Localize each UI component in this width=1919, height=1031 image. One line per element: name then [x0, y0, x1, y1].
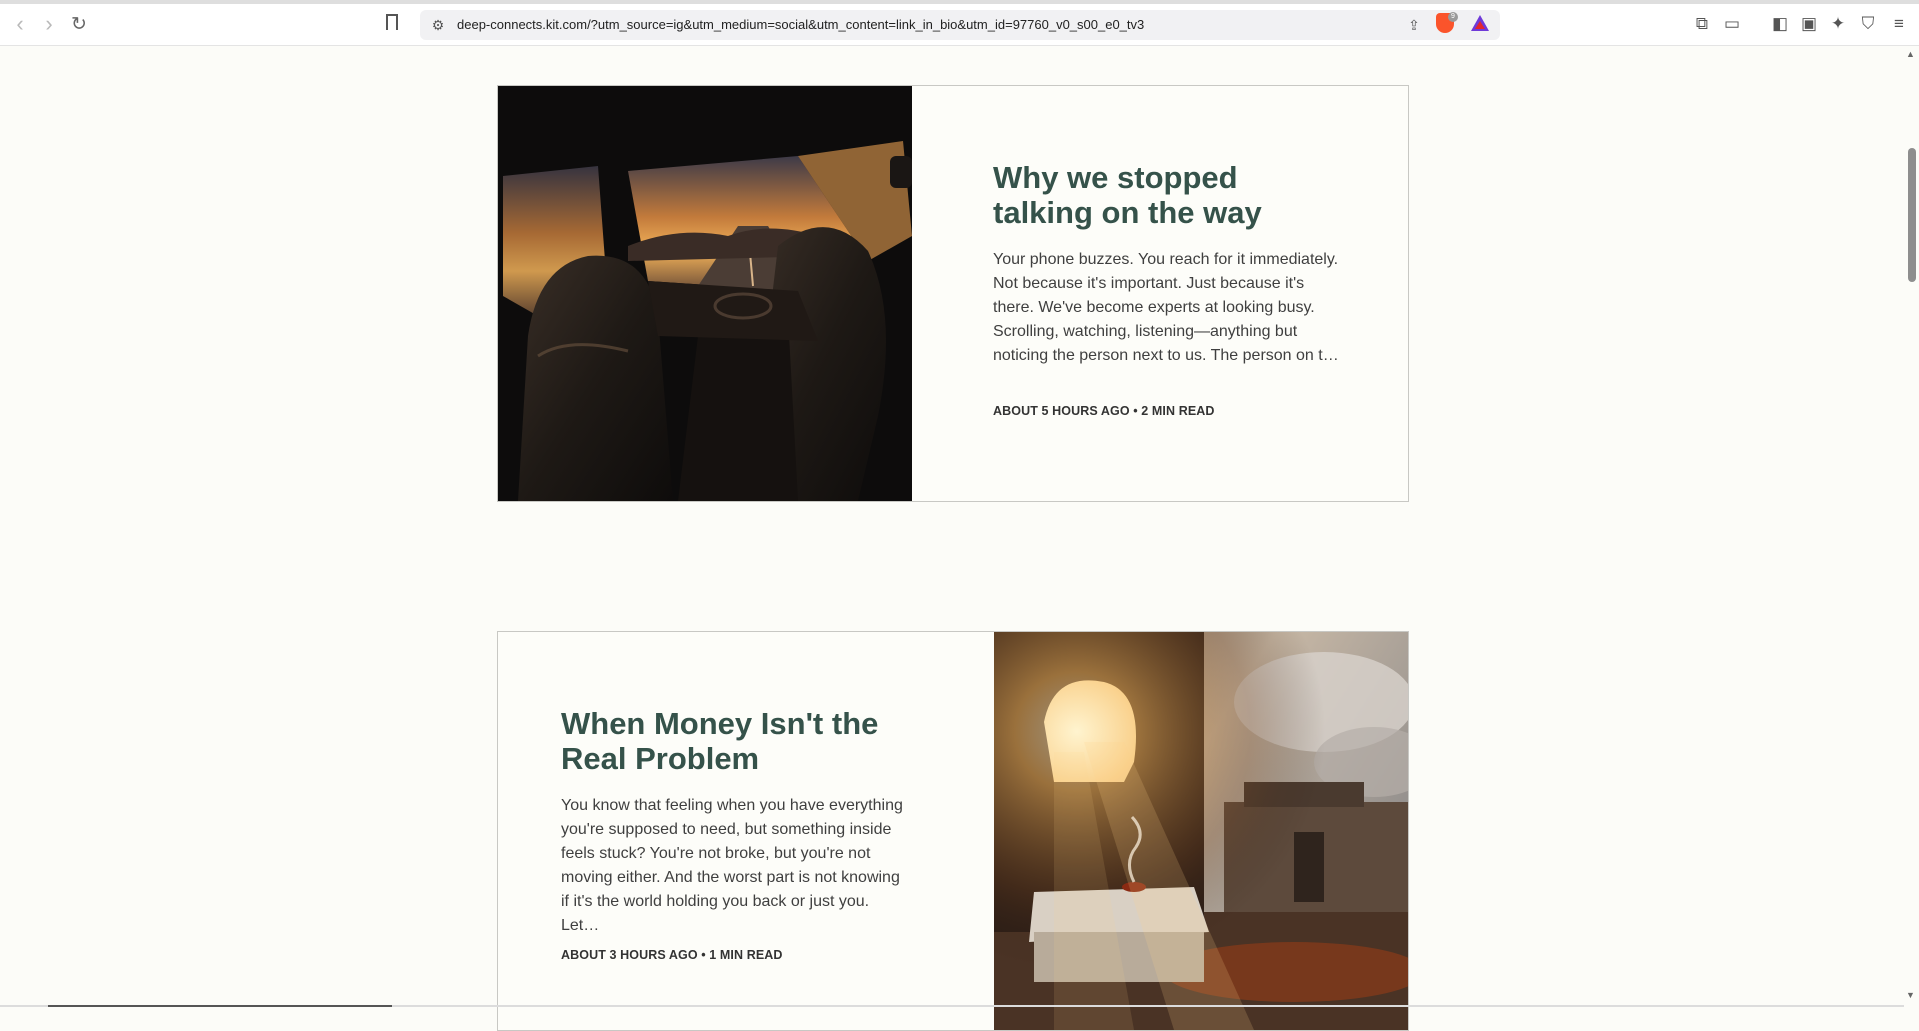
tab-strip-edge [0, 0, 1919, 4]
sidebar-icon[interactable]: ◧ [1768, 12, 1792, 36]
url-text[interactable]: deep-connects.kit.com/?utm_source=ig&utm… [457, 17, 1144, 32]
chevron-right-icon[interactable]: › [35, 10, 63, 38]
bookmark-icon[interactable] [386, 14, 398, 35]
scroll-down-arrow-icon[interactable]: ▼ [1906, 990, 1915, 1000]
post-text-block: Why we stopped talking on the way Your p… [993, 160, 1343, 368]
hamburger-menu-icon[interactable]: ≡ [1887, 12, 1911, 36]
browser-toolbar: ‹ › ↻ ⚙ deep-connects.kit.com/?utm_sourc… [0, 0, 1919, 46]
address-bar[interactable]: ⚙ deep-connects.kit.com/?utm_source=ig&u… [420, 10, 1500, 40]
post-text-block: When Money Isn't the Real Problem You kn… [561, 706, 911, 938]
post-excerpt: You know that feeling when you have ever… [561, 797, 903, 934]
sparkle-icon[interactable]: ✦ [1826, 12, 1850, 36]
reload-icon[interactable]: ↻ [65, 10, 93, 38]
scroll-thumb[interactable] [1908, 148, 1916, 282]
post-title[interactable]: When Money Isn't the Real Problem [561, 706, 911, 776]
share-icon[interactable]: ⇪ [1404, 15, 1424, 35]
post-card[interactable]: Why we stopped talking on the way Your p… [497, 85, 1409, 502]
post-meta: ABOUT 3 HOURS AGO • 1 MIN READ [561, 948, 783, 962]
vpn-shield-icon[interactable]: ⛉ [1856, 12, 1880, 36]
puzzle-icon[interactable]: ⧉ [1690, 12, 1714, 36]
post-card[interactable]: When Money Isn't the Real Problem You kn… [497, 631, 1409, 1031]
shield-count-badge: 9 [1448, 12, 1458, 22]
post-meta: ABOUT 5 HOURS AGO • 2 MIN READ [993, 404, 1215, 418]
post-title[interactable]: Why we stopped talking on the way [993, 160, 1343, 230]
brave-rewards-icon[interactable] [1471, 15, 1489, 31]
post-image-car-interior[interactable] [498, 86, 912, 501]
car-interior-image [498, 86, 912, 501]
site-settings-icon[interactable]: ⚙ [428, 15, 448, 35]
post-excerpt: Your phone buzzes. You reach for it imme… [993, 251, 1339, 364]
temple-ruins-image [994, 632, 1408, 1030]
tab-search-icon[interactable]: ▭ [1720, 12, 1744, 36]
wallet-icon[interactable]: ▣ [1797, 12, 1821, 36]
scroll-up-arrow-icon[interactable]: ▲ [1906, 49, 1915, 59]
chevron-left-icon[interactable]: ‹ [6, 10, 34, 38]
post-image-temple-ruins[interactable] [994, 632, 1408, 1030]
